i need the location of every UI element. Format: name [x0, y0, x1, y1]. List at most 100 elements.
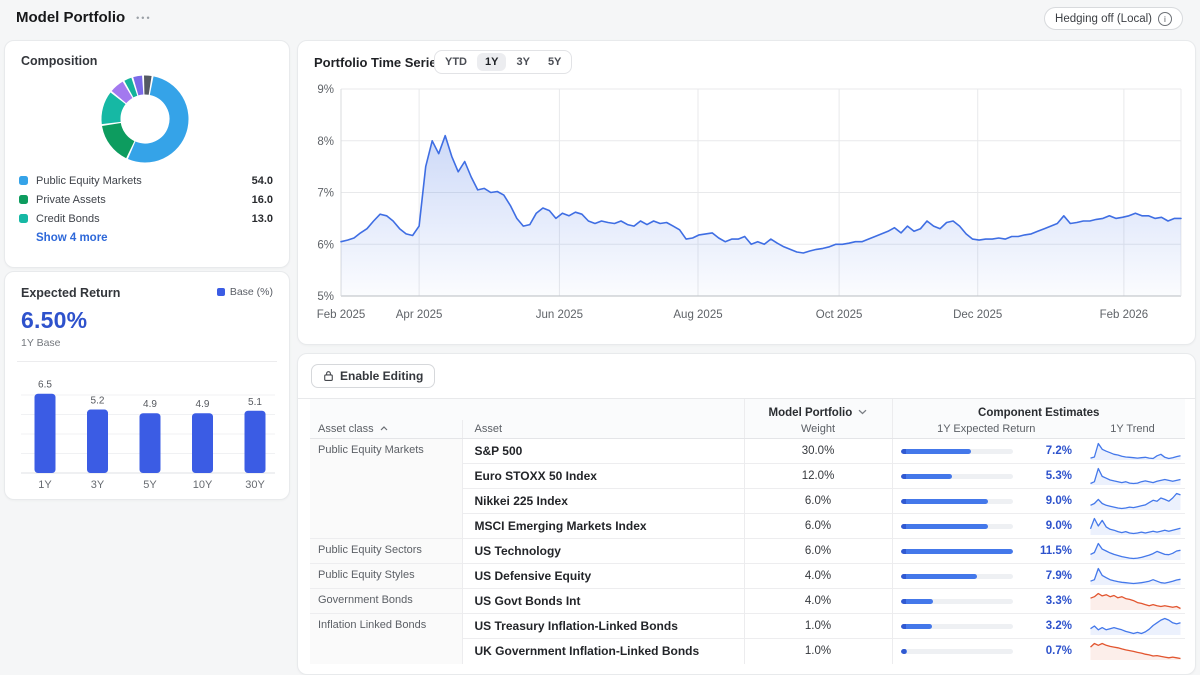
return-bar-3y[interactable] — [87, 410, 108, 473]
tab-ytd[interactable]: YTD — [437, 53, 475, 71]
return-bar-track[interactable] — [901, 599, 1013, 604]
x-axis-tick-label: Jun 2025 — [536, 309, 583, 321]
return-bar-track[interactable] — [901, 549, 1013, 554]
return-bar-track[interactable] — [901, 524, 1013, 529]
table-row[interactable]: Public Equity SectorsUS Technology6.0%11… — [310, 539, 1185, 564]
range-tab-group: YTD1Y3Y5Y — [434, 50, 572, 74]
expected-return-bar-chart[interactable]: 6.51Y5.23Y4.95Y4.910Y5.130Y — [21, 364, 275, 494]
donut-slice-public-equity-markets[interactable] — [132, 86, 179, 153]
table-row[interactable]: Public Equity MarketsS&P 50030.0%7.2% — [310, 439, 1185, 464]
weight-cell[interactable]: 4.0% — [744, 589, 892, 614]
bar-category-label: 5Y — [143, 479, 157, 491]
table-row[interactable]: Public Equity StylesUS Defensive Equity4… — [310, 564, 1185, 589]
legend-swatch — [19, 195, 28, 204]
asset-class-cell: Public Equity Styles — [310, 564, 462, 589]
return-bar-track[interactable] — [901, 474, 1013, 479]
tab-5y[interactable]: 5Y — [540, 53, 569, 71]
column-header-asset[interactable]: Asset — [462, 420, 744, 439]
weight-cell[interactable]: 30.0% — [744, 439, 892, 464]
show-more-link[interactable]: Show 4 more — [36, 232, 108, 244]
asset-name-cell: Euro STOXX 50 Index — [462, 464, 744, 489]
column-header-label: Weight — [801, 423, 835, 435]
return-bar-fill — [901, 599, 933, 604]
donut-slice-credit-bonds[interactable] — [111, 98, 118, 123]
weight-cell[interactable]: 6.0% — [744, 539, 892, 564]
table-row[interactable]: Inflation Linked BondsUS Treasury Inflat… — [310, 614, 1185, 639]
return-value: 3.2% — [1046, 620, 1072, 632]
return-bar-30y[interactable] — [245, 411, 266, 473]
composition-donut-chart[interactable] — [5, 71, 291, 169]
return-bar-track[interactable] — [901, 649, 1013, 654]
trend-cell — [1080, 464, 1185, 489]
bar-value-label: 4.9 — [143, 399, 157, 410]
expected-return-cell: 0.7% — [892, 639, 1080, 664]
bar-value-label: 5.1 — [248, 397, 262, 408]
enable-editing-button[interactable]: Enable Editing — [311, 364, 435, 388]
legend-value: 54.0 — [252, 175, 273, 187]
column-header-trend[interactable]: 1Y Trend — [1080, 420, 1185, 439]
return-bar-fill — [901, 549, 1013, 554]
trend-sparkline — [1088, 616, 1183, 636]
weight-cell[interactable]: 6.0% — [744, 514, 892, 539]
bar-category-label: 30Y — [245, 479, 265, 491]
return-bar-track[interactable] — [901, 449, 1013, 454]
return-value: 5.3% — [1046, 470, 1072, 482]
weight-cell[interactable]: 4.0% — [744, 564, 892, 589]
donut-slice-other-4[interactable] — [129, 87, 134, 89]
return-bar-track[interactable] — [901, 499, 1013, 504]
trend-cell — [1080, 639, 1185, 664]
return-bar-track[interactable] — [901, 624, 1013, 629]
return-bar-1y[interactable] — [35, 394, 56, 473]
return-bar-10y[interactable] — [192, 413, 213, 473]
column-header-expected-return[interactable]: 1Y Expected Return — [892, 420, 1080, 439]
x-axis-tick-label: Aug 2025 — [673, 309, 722, 321]
donut-slice-other-5[interactable] — [136, 85, 143, 86]
weight-cell[interactable]: 6.0% — [744, 489, 892, 514]
expected-return-cell: 3.3% — [892, 589, 1080, 614]
return-bar-5y[interactable] — [140, 413, 161, 473]
page-title: Model Portfolio — [16, 9, 125, 26]
tab-1y[interactable]: 1Y — [477, 53, 506, 71]
asset-name-cell: US Govt Bonds Int — [462, 589, 744, 614]
donut-slice-private-assets[interactable] — [111, 124, 130, 149]
legend-item[interactable]: Private Assets 16.0 — [19, 190, 273, 209]
bar-category-label: 10Y — [193, 479, 213, 491]
weight-cell[interactable]: 12.0% — [744, 464, 892, 489]
return-value: 9.0% — [1046, 495, 1072, 507]
lock-icon — [323, 370, 334, 382]
legend-value: 13.0 — [252, 213, 273, 225]
expected-return-cell: 9.0% — [892, 489, 1080, 514]
expected-return-cell: 7.9% — [892, 564, 1080, 589]
model-portfolio-group-header[interactable]: Model Portfolio — [744, 399, 892, 420]
expected-return-cell: 11.5% — [892, 539, 1080, 564]
y-axis-tick-label: 9% — [317, 84, 334, 96]
assets-table-card: Enable Editing Model Portfolio Component… — [297, 353, 1196, 675]
weight-cell[interactable]: 1.0% — [744, 639, 892, 664]
return-value: 11.5% — [1040, 545, 1072, 557]
enable-editing-label: Enable Editing — [340, 369, 423, 383]
more-menu-icon[interactable]: ••• — [134, 11, 153, 25]
trend-sparkline — [1088, 591, 1183, 611]
chevron-down-icon — [858, 409, 867, 415]
empty-group-header — [310, 399, 744, 420]
weight-cell[interactable]: 1.0% — [744, 614, 892, 639]
donut-slice-other-3[interactable] — [119, 90, 128, 97]
time-series-line-chart[interactable]: Feb 2025Apr 2025Jun 2025Aug 2025Oct 2025… — [298, 41, 1197, 346]
x-axis-tick-label: Feb 2026 — [1100, 309, 1149, 321]
return-bar-fill — [901, 574, 978, 579]
return-bar-track[interactable] — [901, 574, 1013, 579]
column-header-asset-class[interactable]: Asset class — [310, 420, 462, 439]
series-area-fill — [341, 136, 1181, 296]
legend-item[interactable]: Public Equity Markets 54.0 — [19, 171, 273, 190]
trend-sparkline — [1088, 566, 1183, 586]
legend-swatch — [217, 288, 225, 296]
return-bar-fill — [901, 524, 989, 529]
tab-3y[interactable]: 3Y — [508, 53, 537, 71]
divider — [17, 361, 277, 362]
column-header-weight[interactable]: Weight — [744, 420, 892, 439]
bar-value-label: 5.2 — [91, 396, 105, 407]
legend-item[interactable]: Credit Bonds 13.0 — [19, 209, 273, 228]
table-row[interactable]: Government BondsUS Govt Bonds Int4.0%3.3… — [310, 589, 1185, 614]
x-axis-tick-label: Feb 2025 — [317, 309, 366, 321]
hedging-toggle-button[interactable]: Hedging off (Local) i — [1044, 7, 1183, 30]
